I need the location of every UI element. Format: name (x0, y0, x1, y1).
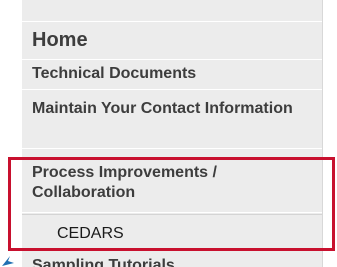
page: Home Technical Documents Maintain Your C… (0, 0, 337, 267)
sidebar-item-label: Maintain Your Contact Information (32, 100, 293, 117)
pointer-arrow-icon (2, 256, 14, 266)
sidebar-nav: Home Technical Documents Maintain Your C… (22, 0, 323, 267)
sidebar-item-label: Process Improvements / Collaboration (32, 164, 217, 201)
sidebar-item-sampling-tutorials[interactable]: Sampling Tutorials (22, 250, 322, 267)
sidebar-top-spacer (22, 0, 322, 22)
sidebar-item-label: CEDARS (57, 225, 124, 242)
sidebar-item-label: Sampling Tutorials (32, 257, 175, 267)
sidebar-item-label: Home (32, 29, 88, 51)
sidebar-item-process-improvements[interactable]: Process Improvements / Collaboration (22, 160, 322, 213)
sidebar-item-maintain-contact-information[interactable]: Maintain Your Contact Information (22, 91, 322, 149)
sidebar-item-technical-documents[interactable]: Technical Documents (22, 61, 322, 90)
sidebar-subitem-cedars[interactable]: CEDARS (22, 214, 322, 249)
sidebar-item-label: Technical Documents (32, 65, 197, 82)
sidebar-item-home[interactable]: Home (22, 22, 322, 60)
